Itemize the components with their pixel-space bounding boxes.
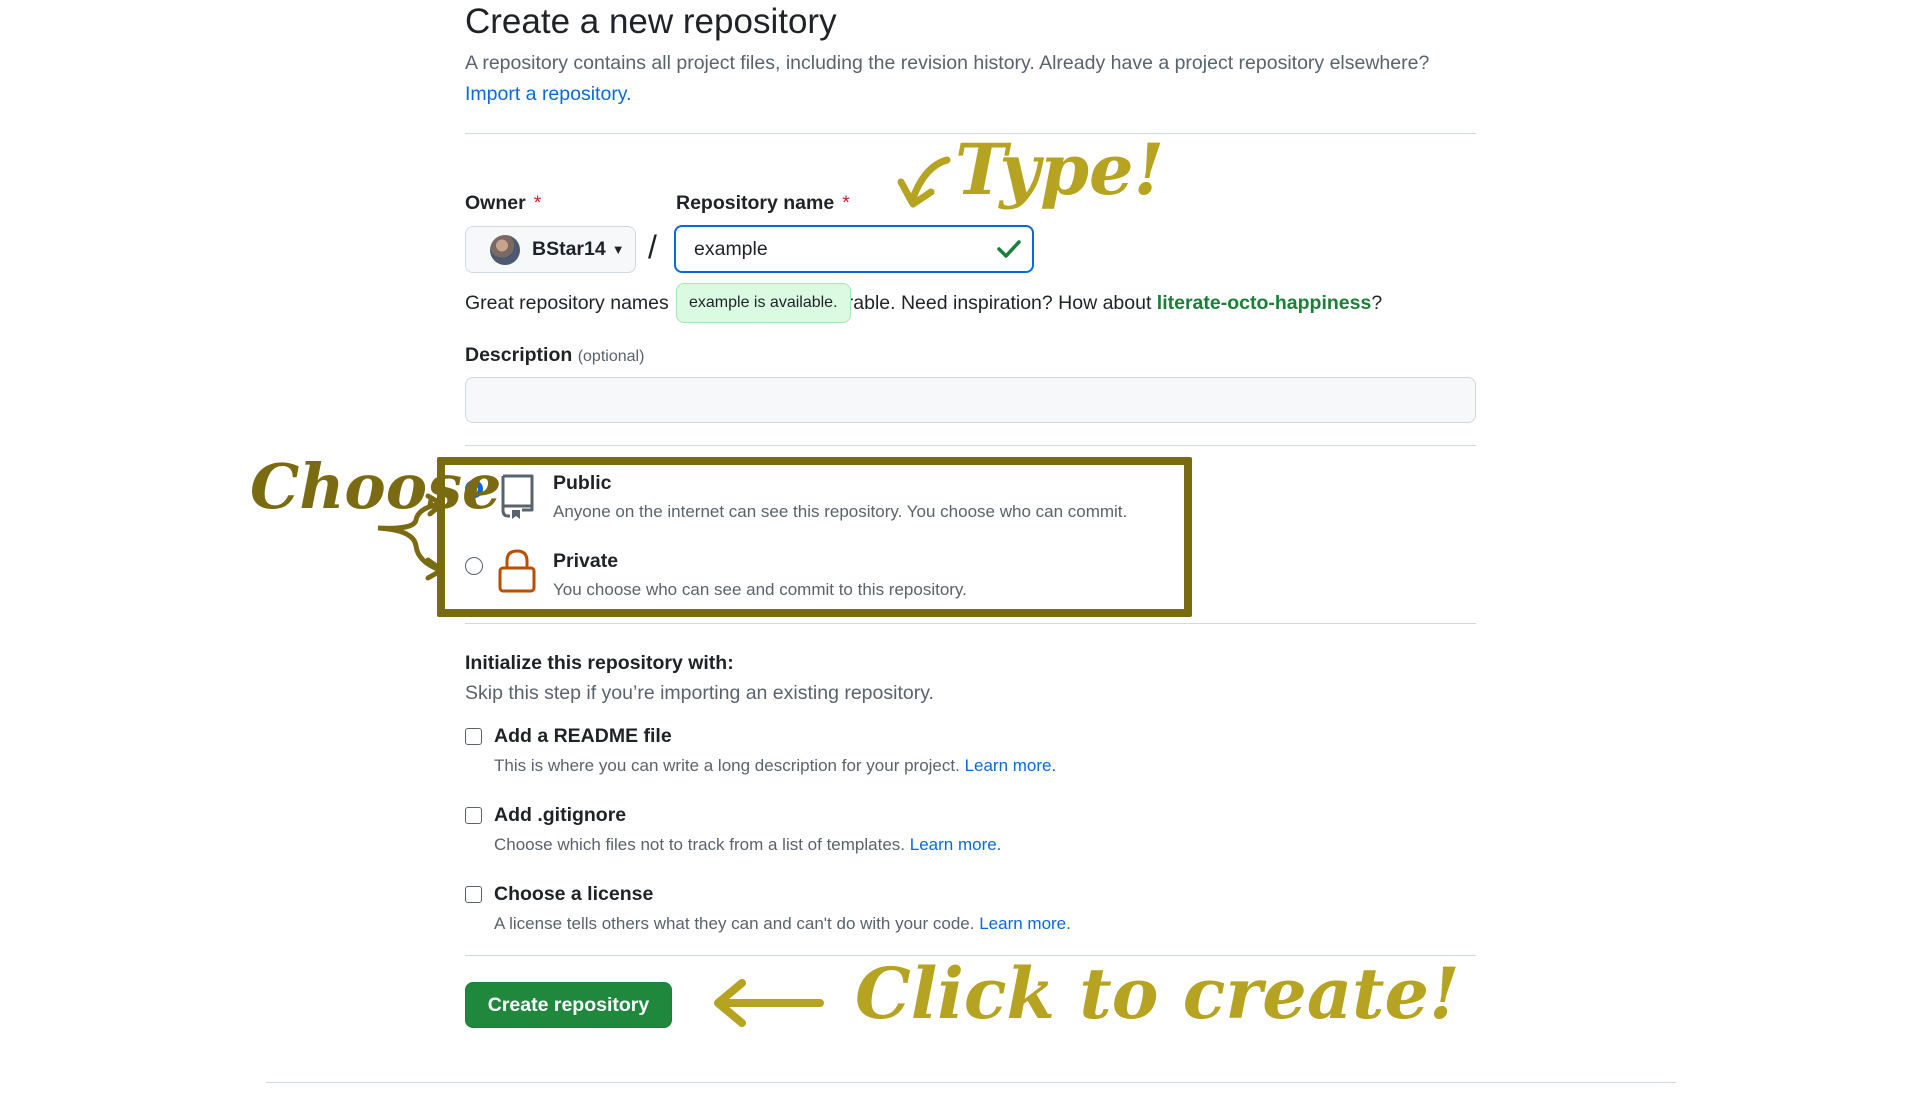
repository-name-hint: Great repository names rable. Need inspir… [465, 292, 1382, 315]
page-subtitle: A repository contains all project files,… [465, 52, 1430, 74]
license-label: Choose a license [494, 883, 654, 905]
divider [465, 445, 1476, 446]
caret-down-icon: ▼ [611, 242, 625, 257]
owner-value: BStar14 [532, 238, 606, 260]
license-description: A license tells others what they can and… [494, 914, 1071, 934]
description-label: Description (optional) [465, 344, 644, 367]
readme-description-text: This is where you can write a long descr… [494, 756, 960, 775]
annotation-arrow-icon [897, 156, 951, 208]
footer-divider [266, 1082, 1676, 1083]
annotation-highlight-box [437, 457, 1192, 617]
hint-prefix: Great repository names [465, 292, 669, 314]
readme-learn-more-link[interactable]: Learn more. [965, 756, 1057, 775]
page-title: Create a new repository [465, 2, 837, 41]
license-description-text: A license tells others what they can and… [494, 914, 975, 933]
repository-name-input[interactable] [674, 225, 1034, 273]
divider [465, 623, 1476, 624]
hint-middle: rable. Need inspiration? How about [846, 292, 1157, 314]
owner-label-text: Owner [465, 192, 526, 214]
description-label-text: Description [465, 344, 573, 366]
owner-label: Owner * [465, 192, 541, 215]
description-input[interactable] [465, 377, 1476, 423]
repository-name-label: Repository name * [676, 192, 850, 215]
readme-checkbox[interactable] [465, 728, 482, 745]
avatar [490, 234, 520, 265]
import-repository-link[interactable]: Import a repository. [465, 83, 632, 106]
readme-label: Add a README file [494, 725, 672, 747]
owner-repo-separator: / [648, 229, 657, 265]
initialize-title: Initialize this repository with: [465, 652, 734, 674]
availability-tooltip: example is available. [676, 283, 851, 323]
readme-description: This is where you can write a long descr… [494, 756, 1056, 776]
license-learn-more-link[interactable]: Learn more. [979, 914, 1071, 933]
create-repository-button[interactable]: Create repository [465, 982, 672, 1028]
suggested-name-link[interactable]: literate-octo-happiness [1157, 292, 1372, 314]
gitignore-description: Choose which files not to track from a l… [494, 835, 1001, 855]
annotation-left-arrow-icon [714, 979, 824, 1027]
owner-dropdown[interactable]: BStar14 ▼ [465, 226, 636, 273]
required-asterisk: * [842, 192, 850, 214]
gitignore-learn-more-link[interactable]: Learn more. [910, 835, 1002, 854]
check-icon [997, 240, 1021, 258]
optional-hint: (optional) [577, 348, 645, 365]
required-asterisk: * [533, 192, 542, 214]
annotation-click-to-create: Click to create! [855, 952, 1460, 1035]
gitignore-label: Add .gitignore [494, 804, 627, 826]
hint-suffix: ? [1371, 292, 1383, 314]
annotation-type: Type! [955, 128, 1165, 211]
repository-name-label-text: Repository name [676, 192, 835, 214]
gitignore-description-text: Choose which files not to track from a l… [494, 835, 906, 854]
initialize-subtitle: Skip this step if you’re importing an ex… [465, 682, 934, 704]
gitignore-checkbox[interactable] [465, 807, 482, 824]
license-checkbox[interactable] [465, 886, 482, 903]
